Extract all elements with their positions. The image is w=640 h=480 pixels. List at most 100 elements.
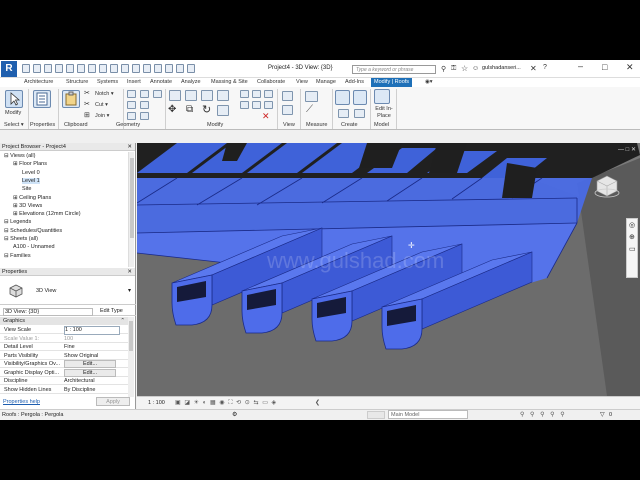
- modify-button[interactable]: Modify: [5, 110, 21, 116]
- tree-item[interactable]: ⊞ Ceiling Plans: [13, 195, 51, 201]
- property-row[interactable]: Visibility/Graphics Ov... Edit...: [0, 360, 128, 368]
- cope-icon[interactable]: ✂: [84, 89, 90, 97]
- minimize-icon[interactable]: –: [578, 61, 583, 71]
- user-icon[interactable]: ☺: [472, 65, 479, 72]
- copy-icon[interactable]: ⧉: [186, 104, 193, 115]
- more-controls-icon[interactable]: ❮: [315, 399, 320, 406]
- measure-tool-icon[interactable]: [305, 91, 318, 102]
- tree-item[interactable]: Site: [22, 186, 31, 192]
- geometry-tool-icon[interactable]: [127, 101, 136, 109]
- scrollbar[interactable]: [128, 152, 134, 267]
- property-row[interactable]: Detail Level Fine: [0, 343, 128, 351]
- create-group-icon[interactable]: [338, 109, 349, 118]
- property-row[interactable]: Graphic Display Opti... Edit...: [0, 368, 128, 377]
- tab-structure[interactable]: Structure: [66, 79, 88, 85]
- move-icon[interactable]: ✥: [168, 104, 176, 115]
- tab-systems[interactable]: Systems: [97, 79, 118, 85]
- join-icon[interactable]: ⊞: [84, 111, 90, 119]
- maximize-icon[interactable]: □: [602, 62, 607, 72]
- selection-toggle-icons[interactable]: ⚲ ⚲ ⚲ ⚲ ⚲: [520, 410, 567, 420]
- tree-item[interactable]: A100 - Unnamed: [13, 244, 55, 250]
- tree-item[interactable]: ⊞ 3D Views: [13, 203, 42, 209]
- subscription-icon[interactable]: ⚿: [451, 65, 456, 73]
- dimension-icon[interactable]: [99, 64, 107, 73]
- property-row[interactable]: Show Hidden Lines By Discipline: [0, 386, 128, 394]
- app-logo[interactable]: R: [1, 61, 17, 77]
- tree-item[interactable]: ⊞ Floor Plans: [13, 161, 47, 167]
- align-icon[interactable]: [169, 90, 181, 101]
- scale-icon[interactable]: [240, 101, 249, 109]
- sync-icon[interactable]: [44, 64, 52, 73]
- edit-in-place-icon[interactable]: [374, 89, 390, 104]
- geometry-tool-icon[interactable]: [140, 101, 149, 109]
- print-icon[interactable]: [77, 64, 85, 73]
- tree-item[interactable]: ⊟ Families: [4, 253, 31, 259]
- offset-icon[interactable]: [185, 90, 197, 101]
- open-icon[interactable]: [22, 64, 30, 73]
- geometry-tool-icon[interactable]: [140, 112, 149, 120]
- tab-insert[interactable]: Insert: [127, 79, 141, 85]
- notch-button[interactable]: Notch ▾: [95, 91, 114, 97]
- favorites-icon[interactable]: ☆: [461, 64, 468, 73]
- window-controls-icon[interactable]: — □ ✕: [618, 146, 636, 153]
- tree-item[interactable]: Level 0: [22, 170, 40, 176]
- properties-help-link[interactable]: Properties help: [3, 399, 40, 405]
- filter-icon[interactable]: ▽: [600, 410, 605, 420]
- tree-item[interactable]: Level 1: [22, 177, 40, 184]
- geometry-tool-icon[interactable]: [140, 90, 149, 98]
- close-hidden-icon[interactable]: [165, 64, 173, 73]
- tree-item[interactable]: ⊟ Views (all): [4, 153, 35, 159]
- tab-massing-site[interactable]: Massing & Site: [211, 79, 248, 85]
- zoom-region-icon[interactable]: ▭: [629, 245, 636, 253]
- property-value[interactable]: Edit...: [64, 360, 116, 368]
- property-value[interactable]: 100: [64, 335, 73, 343]
- edit-type-button[interactable]: Edit Type: [100, 308, 123, 314]
- contextual-tab-toggle[interactable]: ◉▾: [425, 79, 433, 85]
- edit-in-place-button[interactable]: Edit In-Place: [373, 106, 395, 120]
- tree-item[interactable]: ⊞ Elevations (12mm Circle): [13, 211, 81, 217]
- steering-wheel-icon[interactable]: ◎: [629, 221, 635, 229]
- apply-button[interactable]: Apply: [96, 397, 130, 406]
- worksharing-icon[interactable]: ⚙: [232, 410, 237, 420]
- close-icon[interactable]: ✕: [127, 143, 132, 151]
- search-icon[interactable]: ⚲: [441, 65, 446, 73]
- select-panel-label[interactable]: Select ▾: [4, 122, 24, 128]
- editing-requests-icon[interactable]: [367, 411, 385, 419]
- tree-item[interactable]: ⊟ Schedules/Quantities: [4, 228, 62, 234]
- property-value[interactable]: Architectural: [64, 377, 95, 385]
- dimension-tool-icon[interactable]: ⟋: [306, 104, 313, 115]
- navigation-bar[interactable]: ◎ ⊕ ▭: [626, 218, 638, 278]
- workset-selector[interactable]: Main Model: [388, 410, 468, 419]
- tree-item[interactable]: ⊟ Legends: [4, 219, 31, 225]
- delete-icon[interactable]: ✕: [262, 111, 270, 122]
- graphics-group-header[interactable]: Graphics ⌃: [0, 317, 128, 325]
- zoom-icon[interactable]: ⊕: [629, 233, 635, 241]
- rotate-icon[interactable]: ↻: [202, 103, 211, 116]
- 3d-viewport[interactable]: ✛ www.gulshad.com — □ ✕ ◎ ⊕ ▭: [137, 143, 640, 396]
- unpin-icon[interactable]: [264, 101, 273, 109]
- tab-add-ins[interactable]: Add-Ins: [345, 79, 364, 85]
- user-name[interactable]: gulshadanseri...: [482, 65, 521, 71]
- tab-annotate[interactable]: Annotate: [150, 79, 172, 85]
- mirror-line-icon[interactable]: [217, 90, 229, 101]
- save-icon[interactable]: [33, 64, 41, 73]
- search-input[interactable]: Type a keyword or phrase: [352, 65, 436, 74]
- chevron-down-icon[interactable]: ▾: [128, 287, 131, 294]
- scrollbar[interactable]: [128, 317, 134, 397]
- property-value[interactable]: By Discipline: [64, 386, 95, 394]
- trim-icon[interactable]: [217, 105, 229, 116]
- view-scale[interactable]: 1 : 100: [148, 400, 165, 406]
- switch-windows-icon[interactable]: [176, 64, 184, 73]
- collapse-icon[interactable]: ⌃: [120, 317, 125, 325]
- hide-in-view-icon[interactable]: [282, 91, 293, 101]
- property-row[interactable]: Scale Value 1: 100: [0, 335, 128, 343]
- create-assembly-icon[interactable]: [335, 90, 350, 105]
- undo-icon[interactable]: [55, 64, 63, 73]
- close-icon[interactable]: ✕: [127, 268, 132, 276]
- property-value[interactable]: Show Original: [64, 352, 98, 360]
- cut-icon[interactable]: ✂: [84, 100, 90, 108]
- paste-icon[interactable]: [62, 90, 80, 108]
- measure-icon[interactable]: [88, 64, 96, 73]
- properties-icon[interactable]: [33, 90, 51, 108]
- property-row[interactable]: Discipline Architectural: [0, 377, 128, 385]
